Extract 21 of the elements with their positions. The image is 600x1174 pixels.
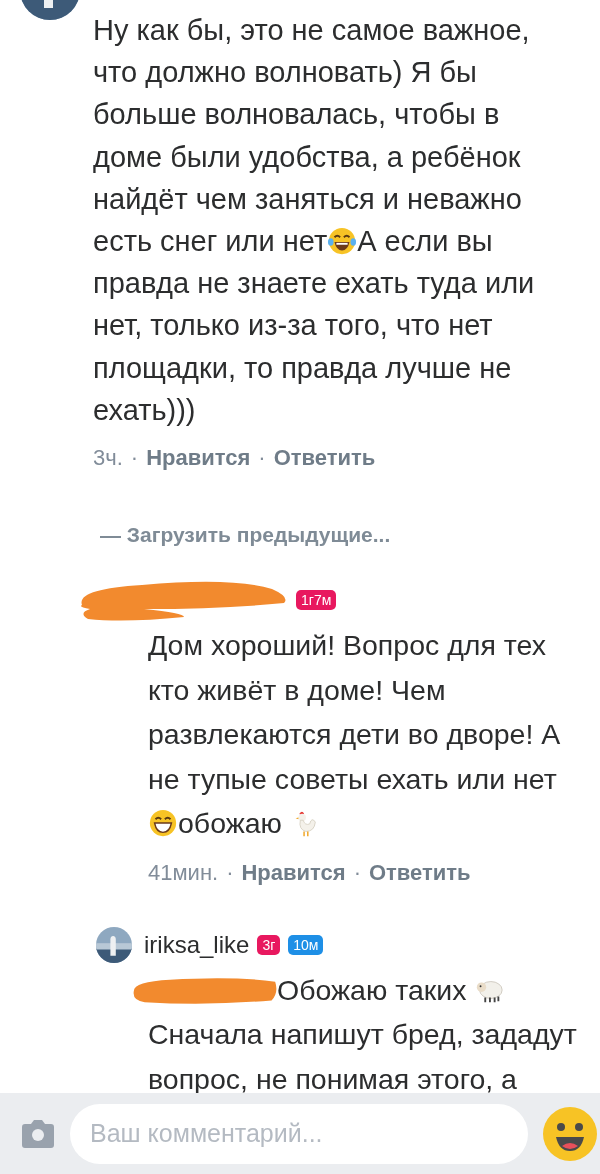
age-badge: 10м (288, 934, 324, 955)
tears-of-joy-emoji-icon (327, 226, 358, 256)
separator-dot: · (258, 445, 266, 472)
comment-action-link[interactable]: Ответить (273, 445, 376, 472)
comment-time: 41мин. (148, 859, 219, 886)
comment-action-link[interactable]: Нравится (241, 859, 346, 886)
grinning-emoji-icon (148, 808, 178, 839)
separator-dot: · (226, 859, 234, 886)
comment-input-field[interactable]: Ваш комментарий... (70, 1103, 528, 1164)
smiley-icon[interactable] (542, 1105, 598, 1162)
load-previous-link[interactable]: — Загрузить предыдущие... (100, 523, 391, 547)
comment-action-link[interactable]: Ответить (369, 859, 471, 886)
age-badge: 3г (257, 934, 281, 955)
comment-action-link[interactable]: Нравится (146, 445, 251, 472)
separator-dot: · (130, 445, 139, 472)
comment-time: 3ч. (93, 445, 123, 472)
age-badge: 1г7м (296, 590, 337, 611)
separator-dot: · (353, 859, 361, 886)
comment-text: Ну как бы, это не самое важное, что должно волновать) Я бы больше волновалась, чтобы в доме были удобства, а ребёнок найдёт чем заняться и неважно есть снег или нет А если вы правда не знаете ехать туда или нет, только из-за того, что нет площадки, то правда лучше не ехать))) (93, 13, 536, 428)
author-name[interactable]: iriksa_like (144, 930, 250, 959)
comment-text: Дом хороший! Вопрос для тех кто живёт в доме! Чем развлекаются дети во дворе! А не тупые советы ехать или нет обожаю (148, 628, 562, 842)
